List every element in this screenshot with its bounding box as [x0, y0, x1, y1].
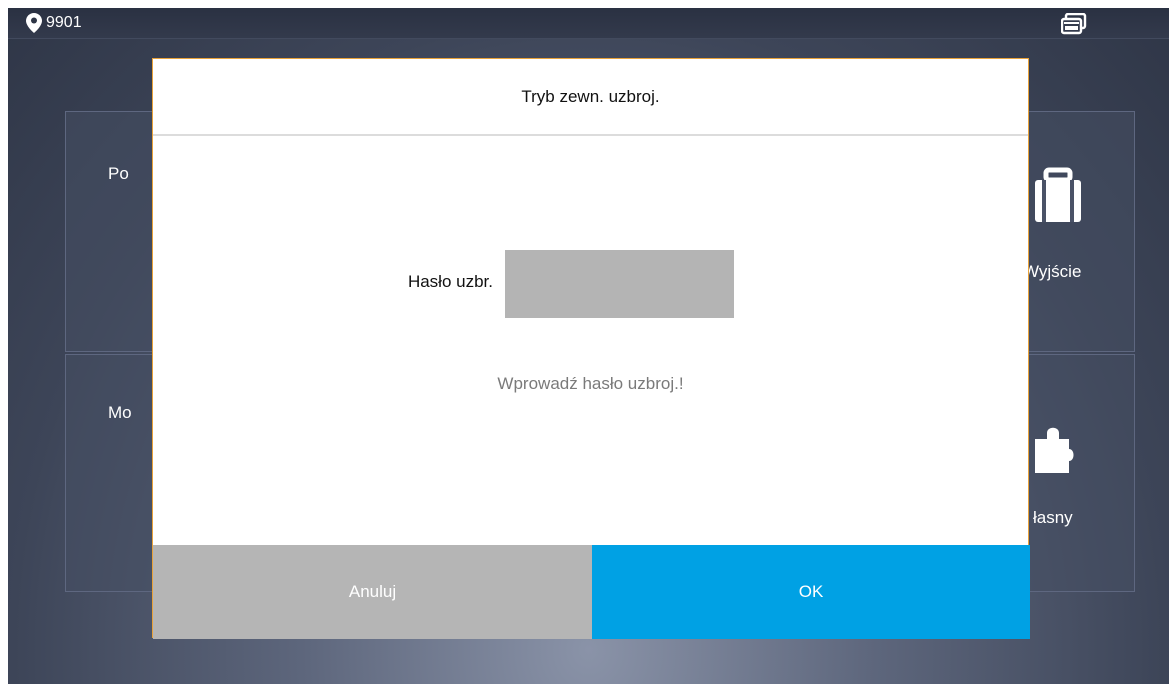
tile-label: łasny — [1033, 508, 1073, 527]
screen: 9901 Po Mo Wyjście łasny Tryb zewn. uzbr… — [8, 8, 1169, 684]
cancel-button[interactable]: Anuluj — [153, 545, 592, 639]
dialog-title: Tryb zewn. uzbroj. — [153, 59, 1028, 136]
puzzle-icon — [1035, 427, 1074, 473]
tile-label: Mo — [108, 403, 132, 422]
tile-label: Wyjście — [1023, 262, 1082, 281]
top-status-bar: 9901 — [8, 8, 1169, 39]
room-number: 9901 — [46, 14, 82, 31]
windows-icon[interactable] — [1061, 13, 1087, 35]
password-label: Hasło uzbr. — [407, 272, 493, 291]
briefcase-icon — [1035, 167, 1081, 222]
arm-password-input[interactable] — [505, 250, 734, 318]
ok-button[interactable]: OK — [592, 545, 1030, 639]
room-indicator: 9901 — [26, 12, 82, 34]
tile-label: Po — [108, 164, 129, 183]
arm-mode-dialog: Tryb zewn. uzbroj. Hasło uzbr. Wprowadź … — [152, 58, 1030, 639]
location-pin-icon — [26, 13, 42, 33]
password-hint: Wprowadź hasło uzbroj.! — [497, 374, 684, 393]
